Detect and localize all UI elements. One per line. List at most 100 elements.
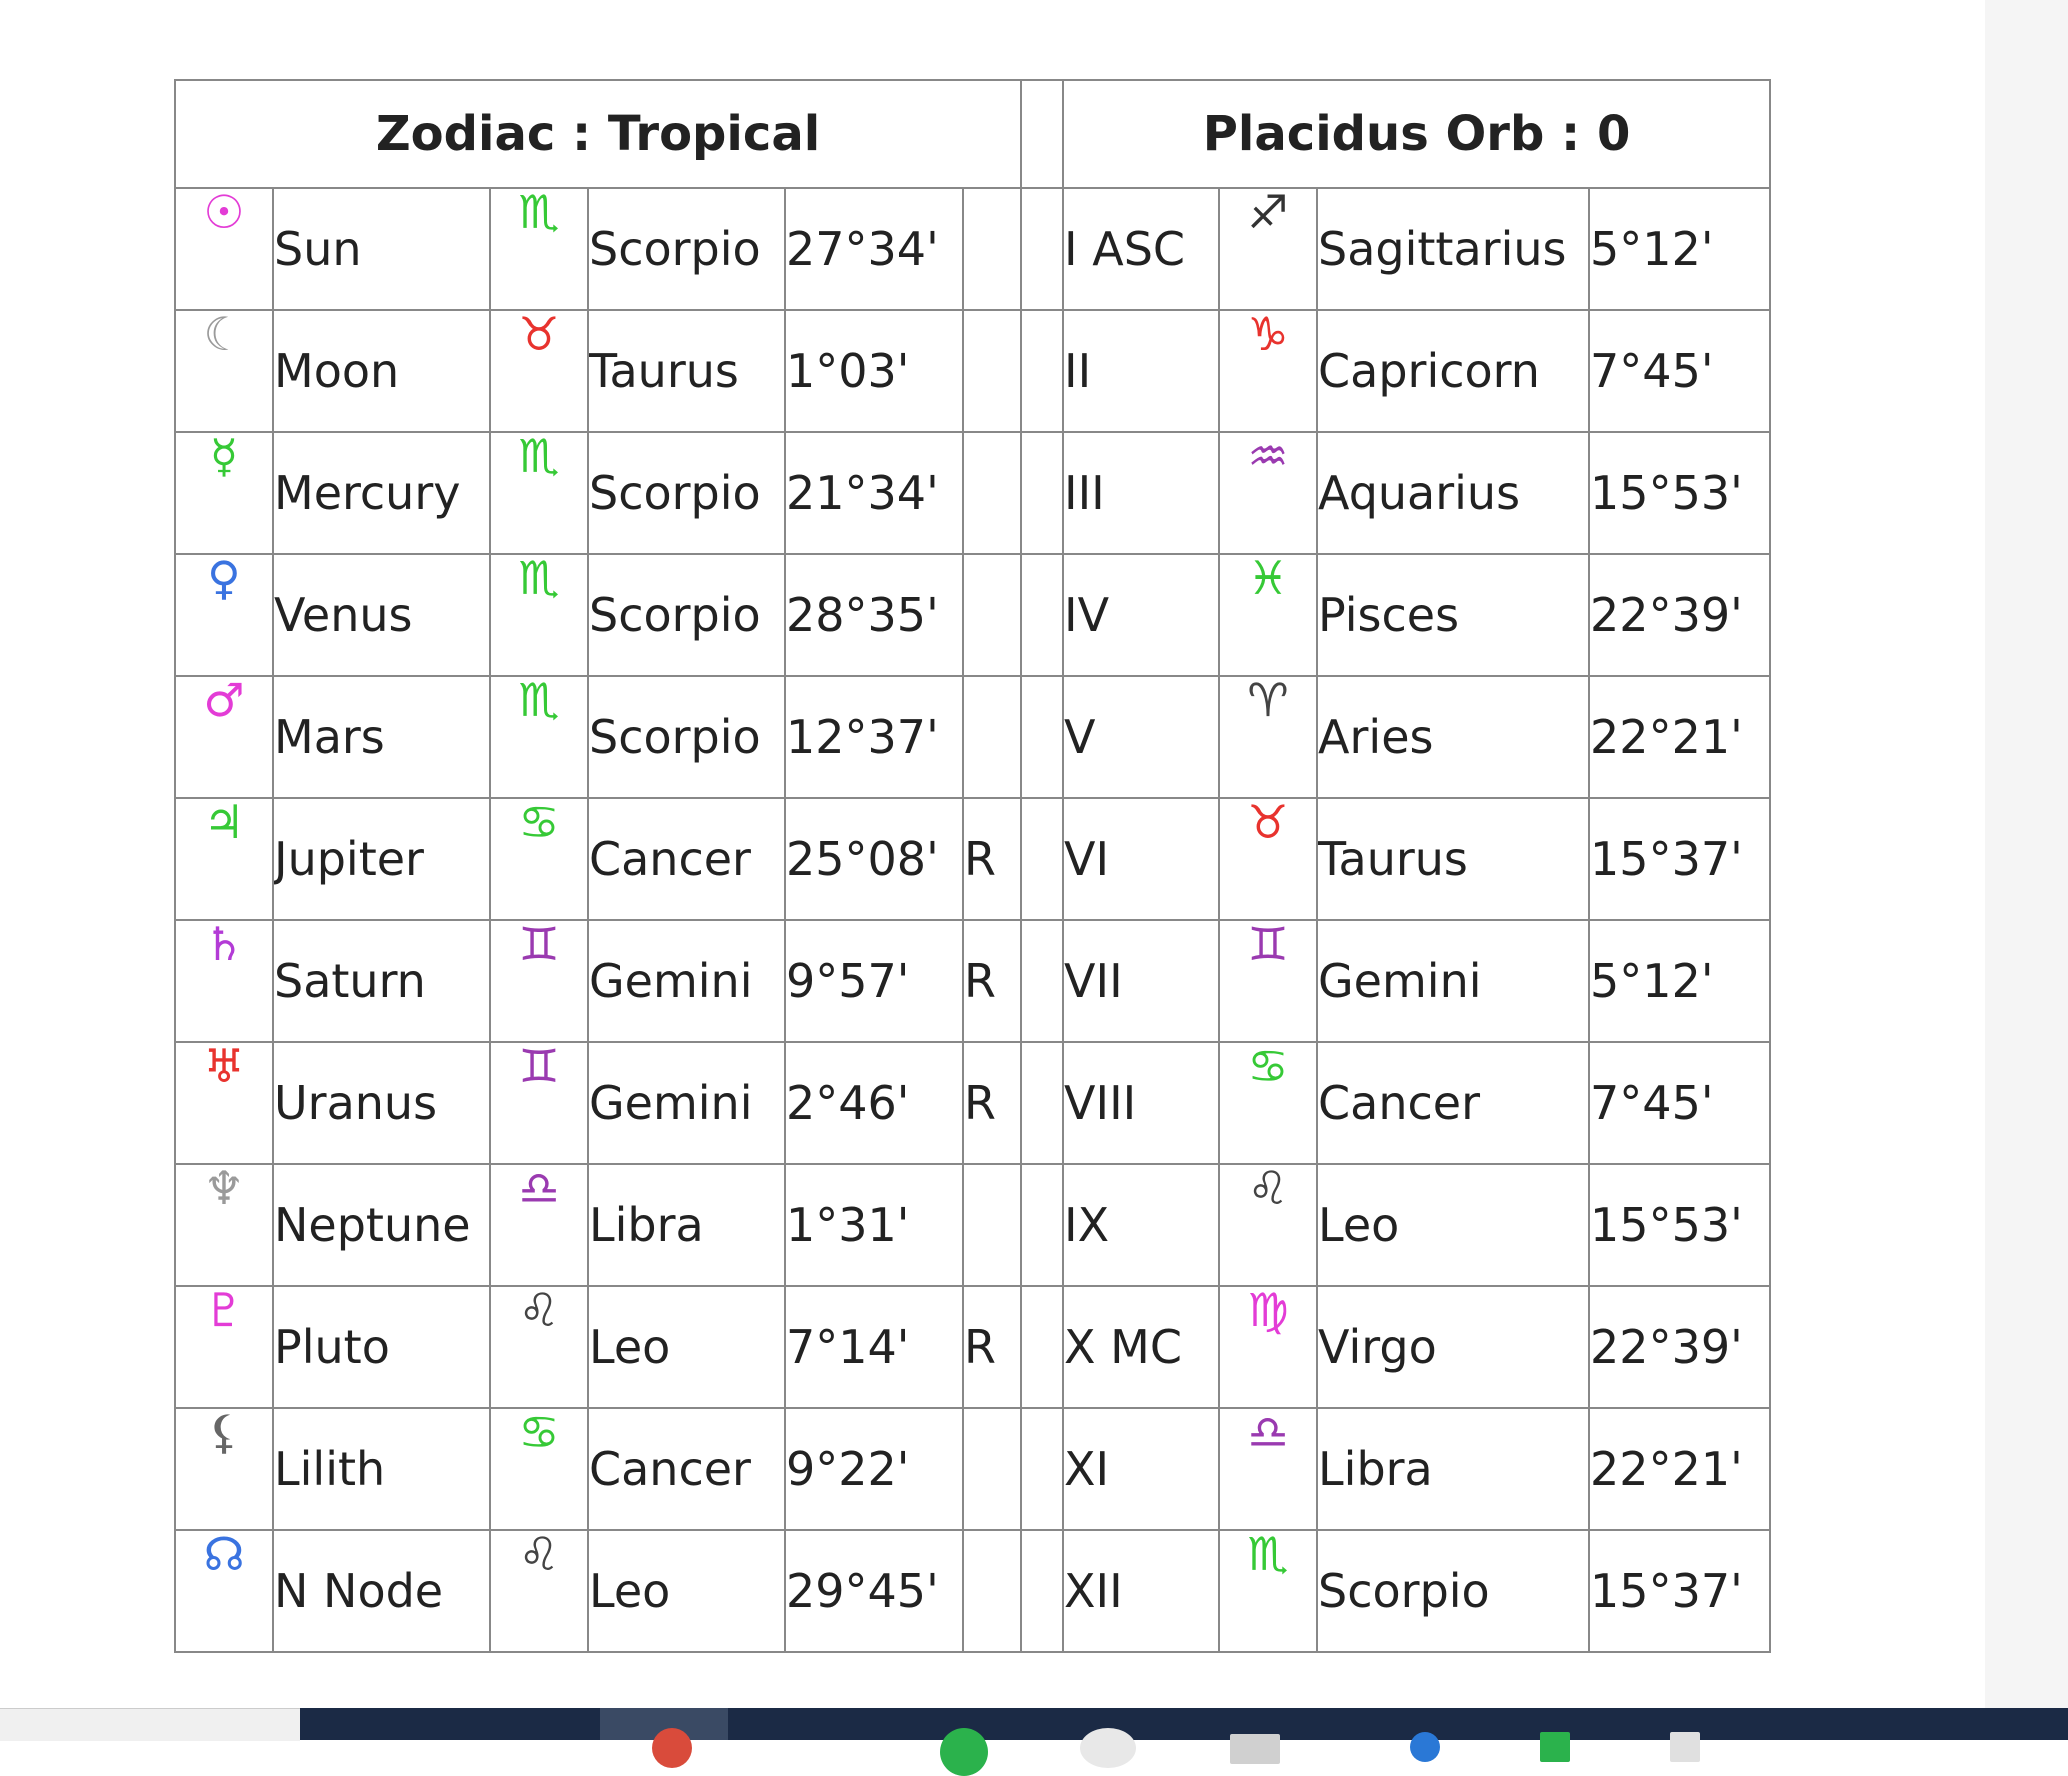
column-separator [1020,1041,1065,1165]
house-sign: Aquarius [1316,431,1591,555]
house-degree: 5°12' [1588,187,1772,311]
jupiter-icon: ♃ [174,797,274,921]
aries-icon: ♈ [1218,675,1319,799]
virgo-icon: ♍ [1218,1285,1319,1409]
planet-degree: 12°37' [784,675,964,799]
house-degree: 15°37' [1588,797,1772,921]
leo-icon: ♌ [489,1285,589,1409]
planet-name: Moon [272,309,491,433]
libra-icon: ♎ [489,1163,589,1287]
column-separator [1020,1407,1065,1531]
retrograde-flag [961,1407,1023,1531]
planet-name: Saturn [272,919,491,1043]
uranus-icon: ♅ [174,1041,274,1165]
app-icon[interactable] [1410,1732,1440,1762]
retrograde-flag [961,431,1023,555]
taskbar [300,1708,2068,1776]
mercury-icon: ☿ [174,431,274,555]
planet-name: Uranus [272,1041,491,1165]
gemini-icon: ♊ [1218,919,1319,1043]
retrograde-flag: R [961,1285,1023,1409]
column-separator [1020,553,1065,677]
planet-name: Lilith [272,1407,491,1531]
house-degree: 15°53' [1588,431,1772,555]
column-separator [1020,797,1065,921]
house-degree: 22°21' [1588,1407,1772,1531]
taskbar-active-app[interactable] [600,1708,728,1768]
planet-sign: Scorpio [587,553,786,677]
column-separator [1020,1529,1065,1653]
column-separator [1020,1285,1065,1409]
browser-icon [652,1728,692,1768]
house-sign: Capricorn [1316,309,1591,433]
planet-degree: 1°03' [784,309,964,433]
house-degree: 15°37' [1588,1529,1772,1653]
retrograde-flag [961,1163,1023,1287]
app-icon[interactable] [1080,1728,1136,1768]
house-number: IX [1062,1163,1221,1287]
house-sign: Gemini [1316,919,1591,1043]
house-number: I ASC [1062,187,1221,311]
house-sign: Scorpio [1316,1529,1591,1653]
app-icon[interactable] [1540,1732,1570,1762]
chart-row: ☾ Moon ♉ Taurus 1°03' II ♑ Capricorn 7°45' [174,309,1772,433]
planet-sign: Taurus [587,309,786,433]
chart-row: ♀ Venus ♏ Scorpio 28°35' IV ♓ Pisces 22°39' [174,553,1772,677]
house-number: III [1062,431,1221,555]
house-number: V [1062,675,1221,799]
venus-icon: ♀ [174,553,274,677]
libra-icon: ♎ [1218,1407,1319,1531]
column-separator [1020,309,1065,433]
house-number: X MC [1062,1285,1221,1409]
planet-sign: Leo [587,1285,786,1409]
retrograde-flag [961,553,1023,677]
house-number: IV [1062,553,1221,677]
retrograde-flag [961,1529,1023,1653]
capricorn-icon: ♑ [1218,309,1319,433]
planet-degree: 25°08' [784,797,964,921]
column-separator [1020,187,1065,311]
planet-degree: 21°34' [784,431,964,555]
cancer-icon: ♋ [489,797,589,921]
chart-row: ♃ Jupiter ♋ Cancer 25°08' R VI ♉ Taurus 15°37' [174,797,1772,921]
house-degree: 7°45' [1588,309,1772,433]
app-icon[interactable] [1670,1732,1700,1762]
planet-degree: 29°45' [784,1529,964,1653]
house-number: VII [1062,919,1221,1043]
chart-row: ☊ N Node ♌ Leo 29°45' XII ♏ Scorpio 15°37' [174,1529,1772,1653]
retrograde-flag [961,309,1023,433]
column-separator [1020,79,1065,189]
leo-icon: ♌ [489,1529,589,1653]
planet-name: N Node [272,1529,491,1653]
planet-name: Mars [272,675,491,799]
chart-header-row: Zodiac : Tropical Placidus Orb : 0 [173,79,1772,189]
gemini-icon: ♊ [489,1041,589,1165]
planet-sign: Scorpio [587,187,786,311]
chart-row: ☉ Sun ♏ Scorpio 27°34' I ASC ♐ Sagittarius 5°12' [174,187,1772,311]
chart-row: ♆ Neptune ♎ Libra 1°31' IX ♌ Leo 15°53' [174,1163,1772,1287]
saturn-icon: ♄ [174,919,274,1043]
house-sign: Taurus [1316,797,1591,921]
chart-row: ♇ Pluto ♌ Leo 7°14' R X MC ♍ Virgo 22°39' [174,1285,1772,1409]
house-sign: Pisces [1316,553,1591,677]
house-degree: 5°12' [1588,919,1772,1043]
planet-sign: Cancer [587,797,786,921]
moon-icon: ☾ [174,309,274,433]
taskbar-left-area [0,1708,300,1741]
house-number: XI [1062,1407,1221,1531]
taurus-icon: ♉ [489,309,589,433]
planet-sign: Scorpio [587,675,786,799]
planet-name: Jupiter [272,797,491,921]
house-number: II [1062,309,1221,433]
astrology-chart-table: Zodiac : Tropical Placidus Orb : 0 ☉ Sun ♏… [173,79,1772,1653]
planet-sign: Scorpio [587,431,786,555]
chart-row: ♂ Mars ♏ Scorpio 12°37' V ♈ Aries 22°21' [174,675,1772,799]
scrollbar-gutter[interactable] [1985,0,2068,1708]
column-separator [1020,919,1065,1043]
chart-row: ⚸ Lilith ♋ Cancer 9°22' XI ♎ Libra 22°21' [174,1407,1772,1531]
app-icon[interactable] [1230,1734,1280,1764]
neptune-icon: ♆ [174,1163,274,1287]
app-icon[interactable] [940,1728,988,1776]
planet-sign: Cancer [587,1407,786,1531]
cancer-icon: ♋ [1218,1041,1319,1165]
